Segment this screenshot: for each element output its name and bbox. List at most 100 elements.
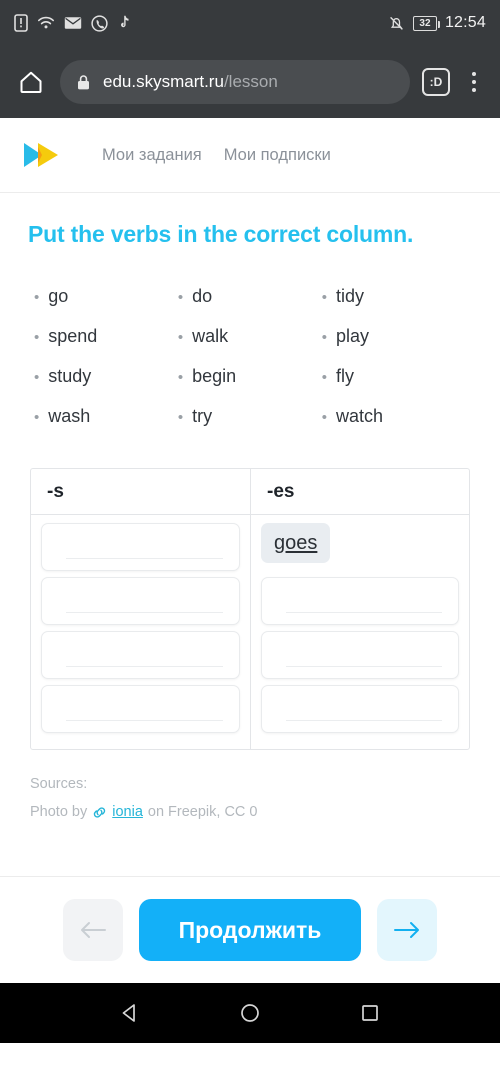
verb-label: watch — [335, 406, 383, 426]
verb-item: • walk — [178, 326, 322, 347]
sim-card-icon — [14, 14, 28, 32]
wifi-icon — [37, 15, 55, 31]
bullet-icon: • — [177, 369, 184, 386]
dropzone[interactable] — [261, 685, 459, 733]
sources-label: Sources: — [30, 776, 88, 792]
dropzone[interactable] — [261, 577, 459, 625]
verb-label: fly — [335, 366, 354, 386]
sources-prefix: Photo by — [30, 804, 88, 820]
verb-label: try — [192, 406, 213, 426]
verb-item: • begin — [178, 366, 322, 387]
status-bar-right-icons: 32 12:54 — [388, 14, 486, 32]
home-icon[interactable] — [14, 65, 48, 99]
continue-button[interactable]: Продолжить — [138, 899, 362, 961]
dropzone-list-es: goes — [251, 515, 469, 749]
phone-screen: 32 12:54 edu.skysmart.ru/lesson :D Мои з… — [0, 0, 500, 1083]
verb-label: spend — [48, 326, 98, 346]
bullet-icon: • — [177, 409, 184, 426]
answer-column-s: -s — [31, 469, 250, 749]
sources-section: Sources: Photo by ionia on Freepik, CC 0 — [0, 750, 500, 820]
lock-icon — [76, 74, 91, 91]
verb-label: do — [192, 286, 213, 306]
battery-indicator: 32 — [412, 15, 440, 31]
verb-label: wash — [48, 406, 91, 426]
verb-column-1: • go • spend • study • wash — [34, 286, 178, 446]
dropzone[interactable] — [41, 631, 240, 679]
verb-item: • study — [34, 366, 178, 387]
verb-item: • watch — [322, 406, 466, 427]
dropzone-list-s — [31, 515, 250, 749]
status-bar-left-icons — [14, 14, 131, 32]
bullet-icon: • — [34, 329, 40, 346]
address-bar[interactable]: edu.skysmart.ru/lesson — [60, 60, 410, 104]
nav-link-my-tasks[interactable]: Мои задания — [102, 146, 202, 165]
verb-label: play — [335, 326, 369, 346]
browser-toolbar: edu.skysmart.ru/lesson :D — [0, 46, 500, 118]
bullet-icon: • — [34, 409, 40, 426]
verb-item: • spend — [34, 326, 178, 347]
url-path: /lesson — [223, 72, 278, 91]
page-content: Мои задания Мои подписки Put the verbs i… — [0, 118, 500, 983]
bullet-icon: • — [321, 289, 327, 306]
tab-counter-button[interactable]: :D — [422, 68, 450, 96]
sources-link[interactable]: ionia — [112, 804, 143, 820]
verb-label: study — [48, 366, 92, 386]
viber-icon — [91, 14, 108, 32]
action-bar: Продолжить — [0, 877, 500, 983]
column-header-s: -s — [31, 469, 250, 515]
bell-muted-icon — [388, 15, 405, 32]
url-text: edu.skysmart.ru/lesson — [103, 72, 278, 92]
overflow-menu-icon[interactable] — [462, 72, 486, 92]
verb-item: • wash — [34, 406, 178, 427]
bullet-icon: • — [321, 369, 327, 386]
verb-column-2: • do • walk • begin • try — [178, 286, 322, 446]
site-header: Мои задания Мои подписки — [0, 118, 500, 193]
answer-chip-goes[interactable]: goes — [261, 523, 331, 563]
verb-label: begin — [192, 366, 237, 386]
dropzone[interactable] — [41, 523, 240, 571]
back-triangle-icon[interactable] — [115, 998, 145, 1028]
skysmart-logo[interactable] — [22, 138, 74, 172]
column-header-es: -es — [251, 469, 469, 515]
bullet-icon: • — [34, 369, 40, 386]
dropzone[interactable] — [261, 631, 459, 679]
answer-column-es: -es goes — [250, 469, 469, 749]
task-title: Put the verbs in the correct column. — [28, 221, 414, 247]
previous-button[interactable] — [62, 899, 123, 961]
home-circle-icon[interactable] — [235, 998, 265, 1028]
verb-label: go — [48, 286, 69, 306]
dropzone[interactable] — [41, 685, 240, 733]
email-icon — [64, 16, 82, 30]
url-domain: edu.skysmart.ru — [103, 72, 224, 91]
verb-item: • tidy — [322, 286, 466, 307]
bullet-icon: • — [177, 329, 184, 346]
verb-item: • try — [178, 406, 322, 427]
verb-label: tidy — [335, 286, 364, 306]
dropzone[interactable] — [41, 577, 240, 625]
bullet-icon: • — [34, 289, 40, 306]
tiktok-icon — [117, 15, 131, 31]
bullet-icon: • — [321, 329, 327, 346]
android-navigation-bar — [0, 983, 500, 1043]
next-button[interactable] — [377, 899, 438, 961]
verb-item: • play — [322, 326, 466, 347]
verb-item: • go — [34, 286, 178, 307]
site-nav: Мои задания Мои подписки — [102, 146, 331, 165]
verb-label: walk — [192, 326, 229, 346]
verb-list: • go • spend • study • wash • do • walk • begin… — [0, 248, 500, 446]
verb-column-3: • tidy • play • fly • watch — [322, 286, 466, 446]
recents-square-icon[interactable] — [355, 998, 385, 1028]
status-bar-clock: 12:54 — [444, 14, 486, 31]
answer-table: -s -es goes — [30, 468, 470, 750]
battery-level-label: 32 — [419, 17, 431, 29]
sources-credit: Photo by ionia on Freepik, CC 0 — [30, 804, 470, 820]
verb-item: • do — [178, 286, 322, 307]
answer-chip-label: goes — [274, 531, 318, 554]
bullet-icon: • — [177, 289, 184, 306]
sources-suffix: on Freepik, CC 0 — [147, 804, 258, 820]
status-bar: 32 12:54 — [0, 0, 500, 46]
bullet-icon: • — [321, 409, 327, 426]
link-icon — [92, 806, 107, 819]
verb-item: • fly — [322, 366, 466, 387]
nav-link-my-subscriptions[interactable]: Мои подписки — [224, 146, 331, 165]
